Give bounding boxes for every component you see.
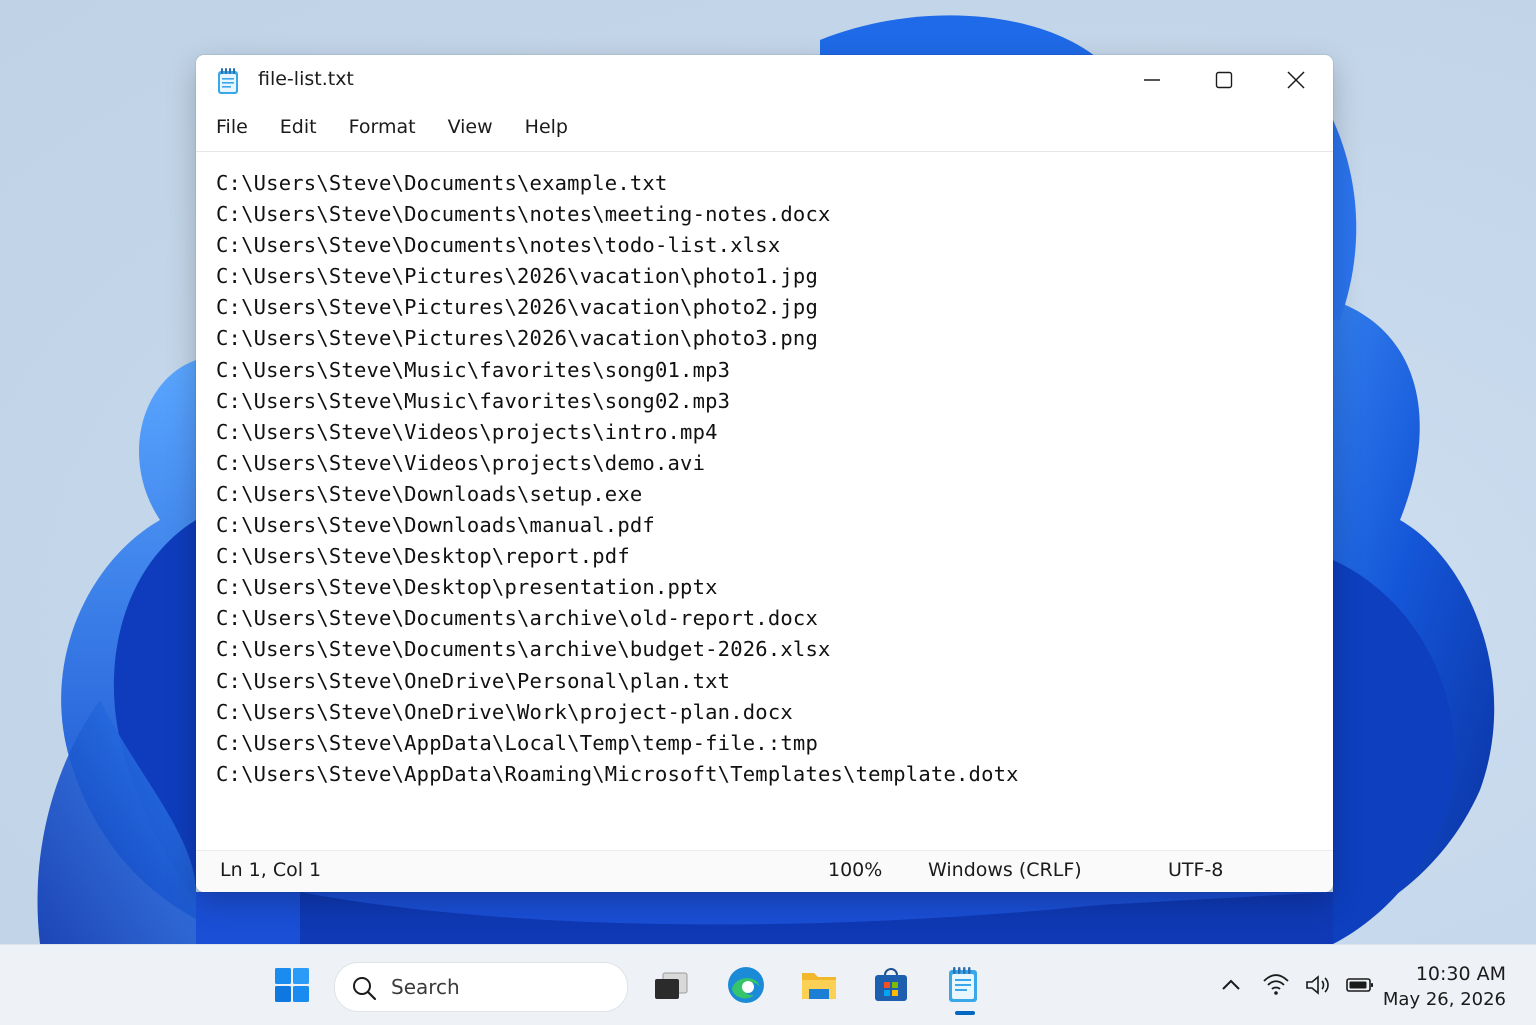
minimize-button[interactable] (1116, 55, 1188, 105)
minimize-icon (1144, 79, 1160, 81)
edge-button[interactable] (726, 965, 766, 1005)
close-button[interactable] (1260, 55, 1332, 105)
menu-view[interactable]: View (432, 109, 509, 149)
text-line: C:\Users\Steve\Pictures\2026\vacation\ph… (216, 326, 819, 351)
clock-time: 10:30 AM (1415, 963, 1506, 985)
notepad-app-icon (216, 67, 240, 95)
menu-bar: File Edit Format View Help (200, 109, 584, 149)
text-line: C:\Users\Steve\Music\favorites\song02.mp… (216, 388, 731, 413)
battery-icon[interactable] (1346, 973, 1374, 997)
start-icon (275, 968, 309, 1002)
text-line: C:\Users\Steve\Pictures\2026\vacation\ph… (216, 264, 819, 289)
start-button[interactable] (272, 965, 312, 1005)
text-line: C:\Users\Steve\OneDrive\Personal\plan.tx… (216, 668, 731, 693)
edge-icon (728, 967, 764, 1003)
line-ending: Windows (CRLF) (928, 859, 1082, 881)
text-line: C:\Users\Steve\Desktop\report.pdf (216, 544, 630, 569)
text-line: C:\Users\Steve\Documents\notes\meeting-n… (216, 202, 831, 227)
taskbar: Search 10:30 AM May 26, 2026 (0, 944, 1536, 1025)
menu-file[interactable]: File (200, 109, 264, 149)
clock-date: May 26, 2026 (1382, 989, 1506, 1010)
active-app-indicator (955, 1011, 975, 1015)
wifi-icon[interactable] (1262, 973, 1290, 997)
encoding: UTF-8 (1168, 859, 1224, 881)
text-line: C:\Users\Steve\Documents\archive\old-rep… (216, 606, 819, 631)
window-title: file-list.txt (258, 68, 354, 90)
text-line: C:\Users\Steve\Videos\projects\intro.mp4 (216, 419, 718, 444)
search-icon (353, 977, 377, 1001)
menu-format[interactable]: Format (333, 109, 432, 149)
task-view-button[interactable] (651, 965, 691, 1005)
notepad-icon (949, 967, 977, 1002)
cursor-position: Ln 1, Col 1 (220, 859, 322, 881)
zoom-level: 100% (828, 859, 883, 881)
text-line: C:\Users\Steve\Downloads\setup.exe (216, 481, 643, 506)
text-line: C:\Users\Steve\Desktop\presentation.pptx (216, 575, 718, 600)
text-line: C:\Users\Steve\Downloads\manual.pdf (216, 513, 655, 538)
text-line: C:\Users\Steve\AppData\Roaming\Microsoft… (216, 761, 1019, 786)
text-editor[interactable]: C:\Users\Steve\Documents\example.txt C:\… (196, 152, 1333, 848)
taskbar-search[interactable]: Search (334, 962, 628, 1012)
text-line: C:\Users\Steve\Documents\archive\budget-… (216, 637, 831, 662)
text-line: C:\Users\Steve\Music\favorites\song01.mp… (216, 357, 731, 382)
store-button[interactable] (871, 965, 911, 1005)
close-icon (1287, 71, 1305, 89)
menu-help[interactable]: Help (509, 109, 584, 149)
status-bar: Ln 1, Col 1 100% Windows (CRLF) UTF-8 (196, 850, 1333, 892)
task-view-icon (655, 972, 688, 999)
volume-icon[interactable] (1304, 973, 1332, 997)
file-explorer-button[interactable] (799, 965, 839, 1005)
maximize-button[interactable] (1188, 55, 1260, 105)
file-explorer-icon (802, 973, 836, 999)
maximize-icon (1215, 71, 1233, 89)
editor-lines: C:\Users\Steve\Documents\example.txt C:\… (216, 168, 1019, 790)
text-line: C:\Users\Steve\Pictures\2026\vacation\ph… (216, 295, 819, 320)
store-icon (875, 968, 907, 1001)
text-line: C:\Users\Steve\Documents\example.txt (216, 171, 668, 195)
text-line: C:\Users\Steve\AppData\Local\Temp\temp-f… (216, 730, 819, 755)
text-line: C:\Users\Steve\Videos\projects\demo.avi (216, 450, 706, 475)
notepad-taskbar-button[interactable] (943, 965, 983, 1005)
menu-edit[interactable]: Edit (264, 109, 333, 149)
text-line: C:\Users\Steve\OneDrive\Work\project-pla… (216, 699, 793, 724)
chevron-up-icon[interactable] (1217, 973, 1245, 997)
title-bar[interactable]: file-list.txt (196, 55, 1333, 107)
search-label: Search (391, 975, 460, 999)
text-line: C:\Users\Steve\Documents\notes\todo-list… (216, 233, 781, 258)
system-clock[interactable]: 10:30 AM May 26, 2026 (1383, 961, 1506, 1013)
notepad-window: file-list.txt File Edit Format View Help… (196, 55, 1333, 892)
